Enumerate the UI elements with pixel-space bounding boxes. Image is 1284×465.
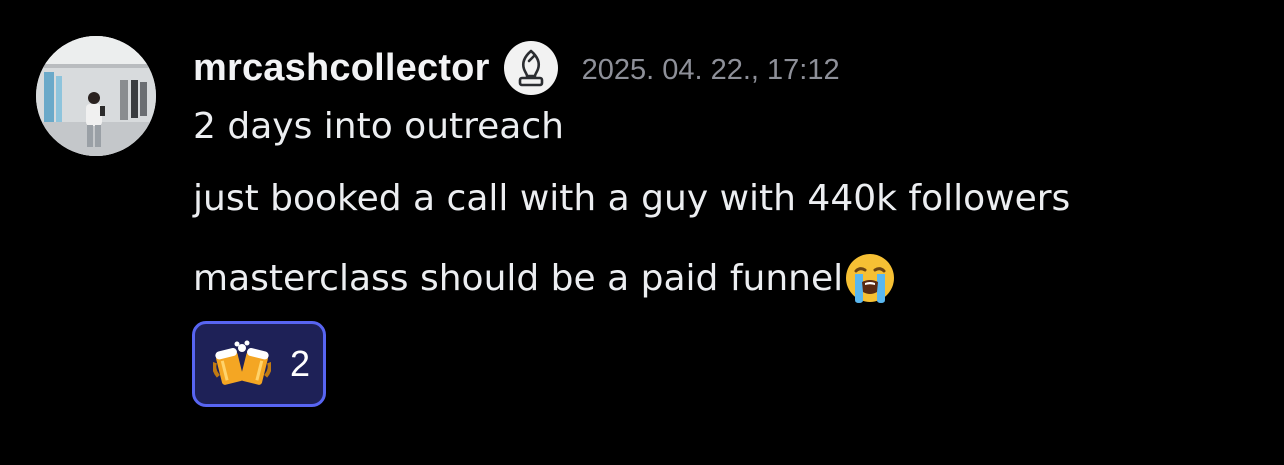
loudly-crying-face-icon xyxy=(846,254,895,303)
bishop-chess-icon[interactable] xyxy=(503,41,558,95)
username[interactable]: mrcashcollector xyxy=(193,47,490,90)
clinking-beer-mugs-icon xyxy=(213,340,271,385)
timestamp: 2025. 04. 22., 17:12 xyxy=(581,53,840,86)
message-line: 2 days into outreach xyxy=(193,106,564,147)
message-line-text: masterclass should be a paid funnel xyxy=(193,258,844,299)
reaction-count: 2 xyxy=(290,343,311,384)
message-header: mrcashcollector 2025. 04. 22., 17:12 xyxy=(193,40,840,96)
reaction-button[interactable]: 2 xyxy=(192,321,326,407)
avatar[interactable] xyxy=(36,36,156,156)
message-line-with-emoji: masterclass should be a paid funnel xyxy=(193,252,896,304)
chat-message: mrcashcollector 2025. 04. 22., 17:12 2 d… xyxy=(0,0,1284,465)
message-line: just booked a call with a guy with 440k … xyxy=(193,178,1071,219)
